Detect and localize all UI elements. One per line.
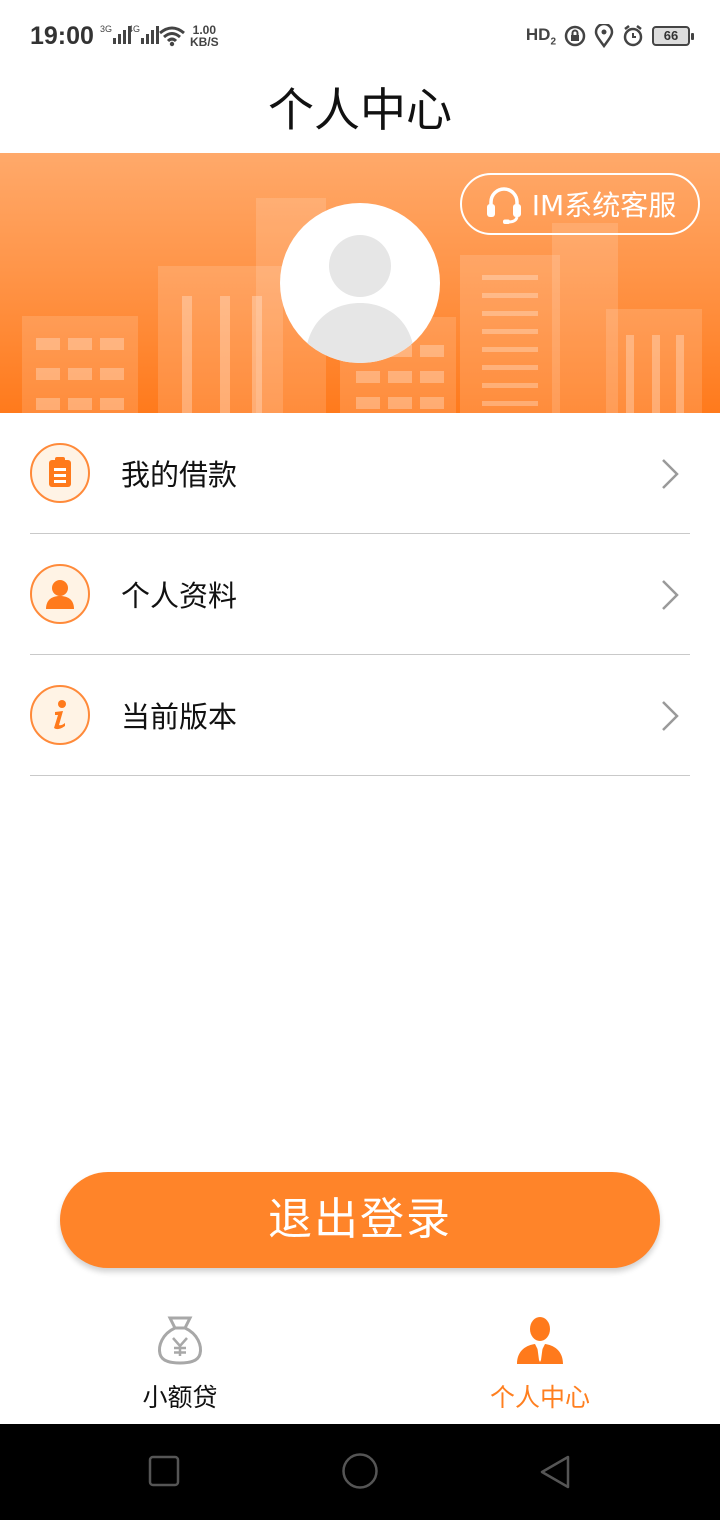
- recent-apps-icon[interactable]: [148, 1454, 180, 1488]
- building-illustration: [606, 309, 702, 413]
- info-icon: [30, 685, 90, 745]
- back-icon[interactable]: [538, 1454, 572, 1490]
- menu-item-profile[interactable]: 个人资料: [30, 534, 690, 655]
- system-navigation-bar: [0, 1424, 720, 1520]
- building-illustration: [460, 255, 560, 413]
- user-avatar[interactable]: [280, 203, 440, 363]
- tab-label: 小额贷: [142, 1383, 218, 1412]
- menu-item-label: 当前版本: [121, 700, 238, 734]
- tab-personal-center[interactable]: 个人中心: [440, 1314, 640, 1414]
- menu-item-current-version[interactable]: 当前版本: [30, 655, 690, 776]
- chevron-right-icon: [662, 580, 679, 610]
- menu-item-my-loans[interactable]: 我的借款: [30, 413, 690, 534]
- headset-icon: [486, 187, 521, 224]
- logout-button[interactable]: 退出登录: [60, 1172, 660, 1268]
- building-illustration: [22, 316, 138, 413]
- network-type-1: 3G: [100, 24, 113, 34]
- profile-banner: IM系统客服: [0, 153, 720, 413]
- battery-icon: 66: [652, 26, 694, 46]
- alarm-icon: [623, 25, 643, 47]
- hd-voice-icon: HD2: [526, 25, 556, 47]
- status-time: 19:00: [30, 22, 94, 50]
- user-icon: [30, 564, 90, 624]
- cellular-signal-icon-2: 4G: [128, 24, 160, 44]
- hd-label: HD: [525, 24, 551, 44]
- money-bag-icon: [158, 1316, 202, 1365]
- tab-small-loan[interactable]: 小额贷: [80, 1314, 280, 1414]
- chevron-right-icon: [662, 459, 679, 489]
- im-button-label: IM系统客服: [531, 189, 677, 222]
- menu-item-label: 我的借款: [121, 458, 238, 492]
- network-type-2: 4G: [128, 24, 141, 34]
- clipboard-icon: [30, 443, 90, 503]
- page-title: 个人中心: [268, 83, 452, 137]
- default-avatar-icon: [305, 235, 415, 363]
- cellular-signal-icon: 3G: [100, 24, 132, 44]
- hd-sub-label: 2: [550, 36, 556, 48]
- location-icon: [594, 24, 614, 48]
- home-icon[interactable]: [341, 1452, 379, 1490]
- network-speed: 1.00 KB/S: [190, 24, 219, 48]
- menu-item-label: 个人资料: [121, 579, 238, 613]
- chevron-right-icon: [662, 701, 679, 731]
- wifi-icon: [159, 26, 185, 47]
- bottom-tab-bar: 小额贷 个人中心: [0, 1300, 720, 1424]
- status-icons: HD2 66: [526, 24, 694, 48]
- settings-menu: 我的借款 个人资料 当前版本: [30, 413, 690, 776]
- person-icon: [517, 1317, 563, 1364]
- tab-label: 个人中心: [489, 1383, 590, 1412]
- im-customer-service-button[interactable]: IM系统客服: [460, 173, 700, 235]
- rotation-lock-icon: [564, 25, 586, 47]
- status-bar: 19:00 3G 4G 1.00 KB/S HD2 66: [0, 0, 720, 72]
- speed-unit: KB/S: [190, 35, 219, 49]
